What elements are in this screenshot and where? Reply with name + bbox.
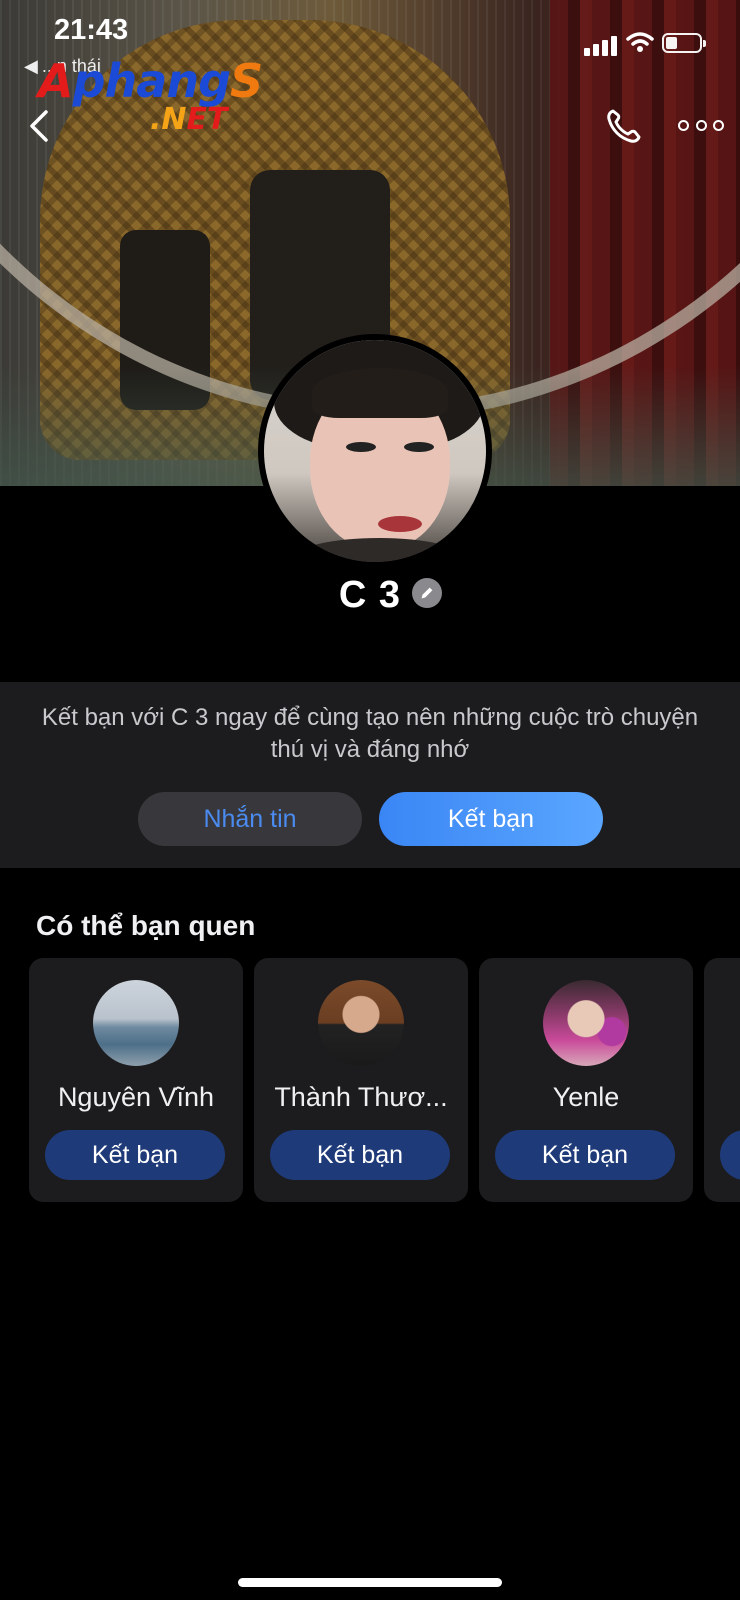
suggestion-avatar[interactable] — [318, 980, 404, 1066]
suggestion-name: Thành Thươ... — [274, 1082, 448, 1112]
suggestion-add-friend-button[interactable]: Kết bạn — [495, 1130, 675, 1180]
suggestion-card[interactable]: Nguyên Vĩnh Kết bạn — [29, 958, 243, 1202]
watermark-logo: AphangS .NET — [38, 58, 268, 138]
chevron-left-icon[interactable] — [26, 106, 56, 146]
profile-avatar[interactable] — [258, 334, 492, 568]
back-triangle-icon: ◀ — [24, 56, 38, 76]
battery-icon — [662, 33, 706, 53]
pencil-icon[interactable] — [412, 578, 442, 608]
watermark-brand: AphangS — [38, 54, 263, 108]
suggestion-name: Nguyên Vĩnh — [57, 1082, 215, 1112]
wifi-icon — [626, 32, 654, 52]
avatar-image — [264, 340, 486, 562]
suggestion-avatar[interactable] — [543, 980, 629, 1066]
suggestion-add-friend-button[interactable]: Kết bạn — [45, 1130, 225, 1180]
suggestion-card[interactable]: Yenle Kết bạn — [479, 958, 693, 1202]
suggestion-card[interactable]: Thành Thươ... Kết bạn — [254, 958, 468, 1202]
suggestion-avatar[interactable] — [93, 980, 179, 1066]
watermark-tld: .NET — [150, 102, 228, 137]
status-time: 21:43 — [54, 14, 129, 46]
profile-name: C 3 — [338, 574, 402, 616]
suggestion-add-friend-button[interactable]: Kết bạn — [270, 1130, 450, 1180]
suggestion-name: Yenle — [552, 1082, 620, 1112]
suggestion-card-partial[interactable] — [704, 958, 740, 1202]
more-horizontal-icon[interactable] — [678, 110, 724, 140]
add-friend-button[interactable]: Kết bạn — [379, 792, 603, 846]
home-indicator[interactable] — [238, 1578, 502, 1587]
friend-invite-panel: Kết bạn với C 3 ngay để cùng tạo nên nhữ… — [0, 682, 740, 868]
phone-icon[interactable] — [604, 106, 644, 146]
message-button[interactable]: Nhắn tin — [138, 792, 362, 846]
suggestions-title: Có thể bạn quen — [36, 910, 256, 941]
invite-message: Kết bạn với C 3 ngay để cùng tạo nên nhữ… — [41, 704, 699, 763]
suggestion-add-friend-button-partial[interactable] — [720, 1130, 740, 1180]
cellular-signal-icon — [584, 36, 617, 56]
